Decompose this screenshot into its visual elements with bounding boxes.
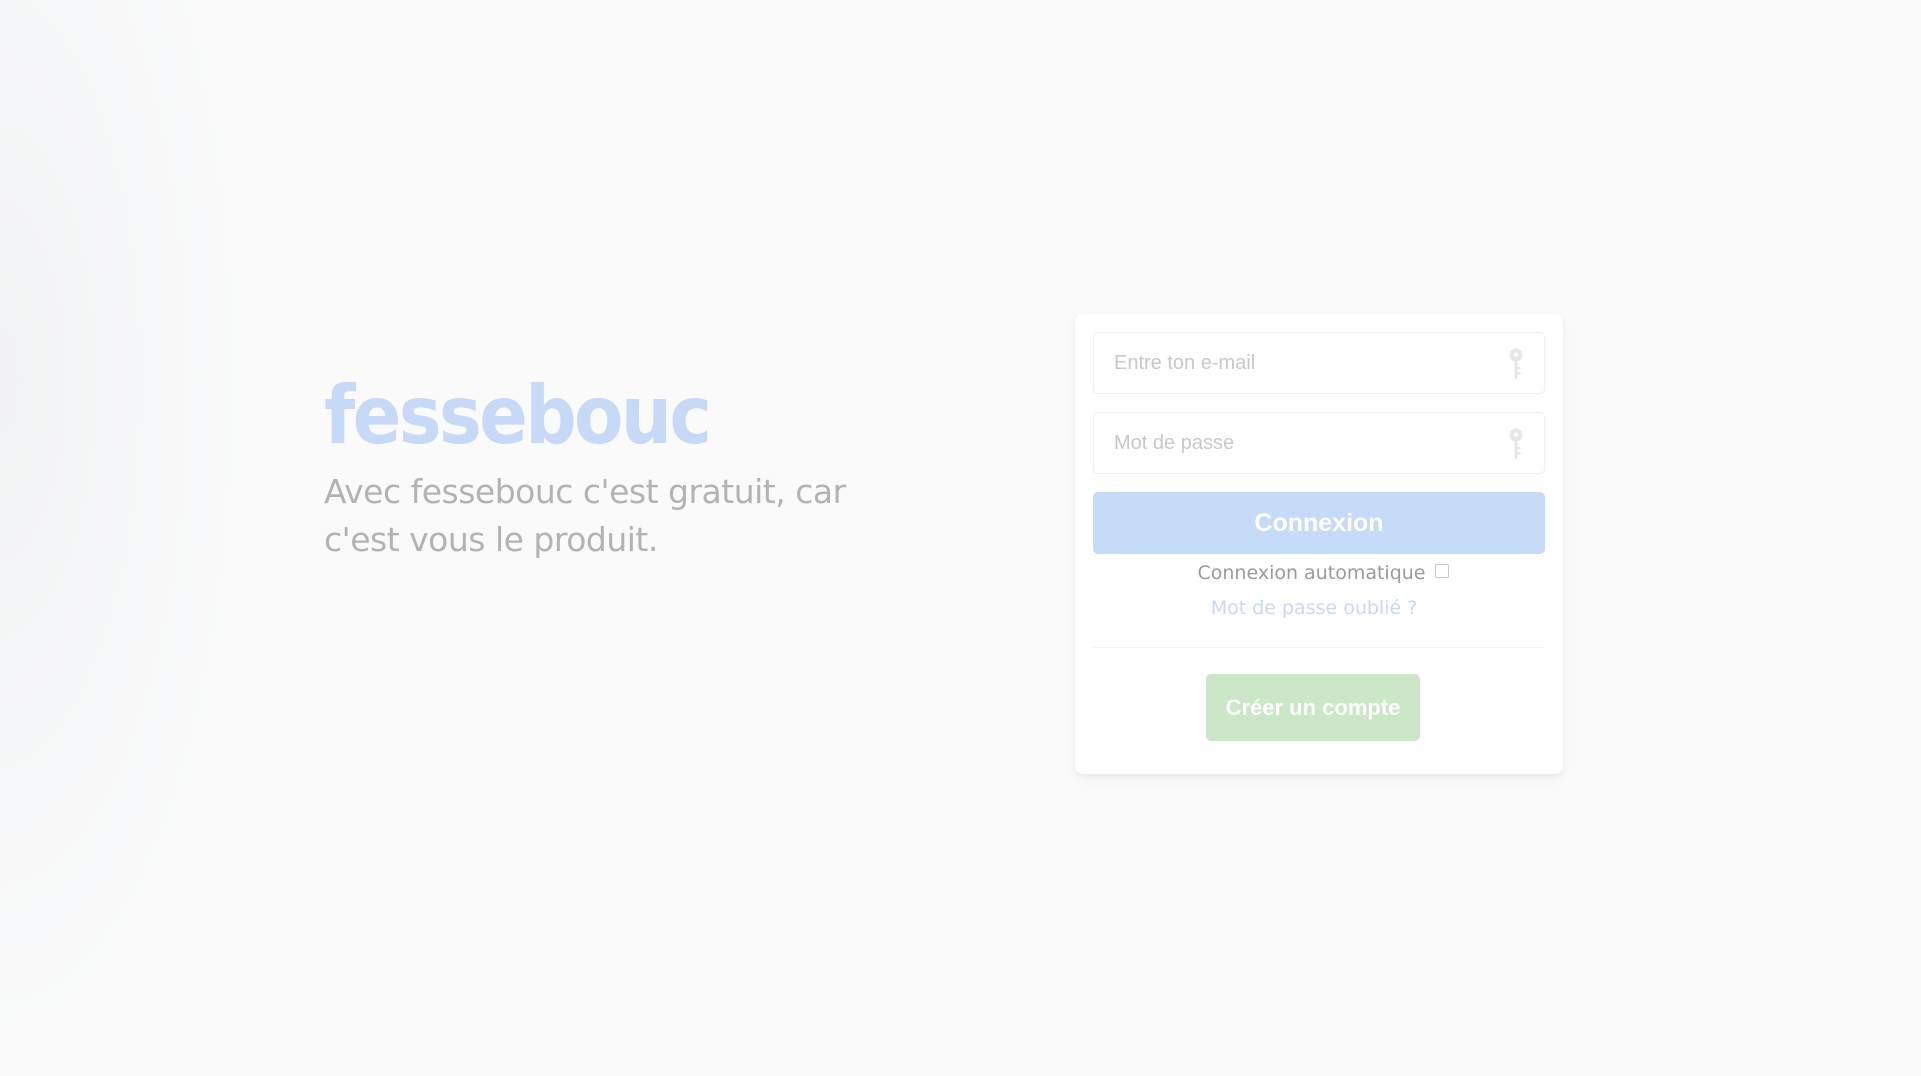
auto-login-label: Connexion automatique [1197, 562, 1426, 584]
key-icon [1509, 428, 1523, 459]
password-input[interactable] [1094, 413, 1474, 473]
login-button[interactable]: Connexion [1093, 492, 1545, 554]
forgot-password-link[interactable]: Mot de passe oublié ? [1075, 597, 1553, 619]
auto-login-row: Connexion automatique [1075, 558, 1563, 588]
brand-tagline: Avec fessebouc c'est gratuit, car c'est … [324, 472, 846, 559]
key-icon [1509, 348, 1523, 379]
create-account-button[interactable]: Créer un compte [1206, 674, 1420, 741]
divider [1093, 647, 1545, 648]
login-card: Connexion Connexion automatique Mot de p… [1075, 314, 1563, 774]
auto-login-checkbox[interactable] [1434, 564, 1449, 578]
email-input[interactable] [1094, 333, 1474, 393]
brand-logo-text: fessebouc [324, 369, 712, 462]
email-field[interactable] [1093, 332, 1545, 394]
password-field[interactable] [1093, 412, 1545, 474]
brand-section: fessebouc Avec fessebouc c'est gratuit, … [324, 372, 924, 564]
